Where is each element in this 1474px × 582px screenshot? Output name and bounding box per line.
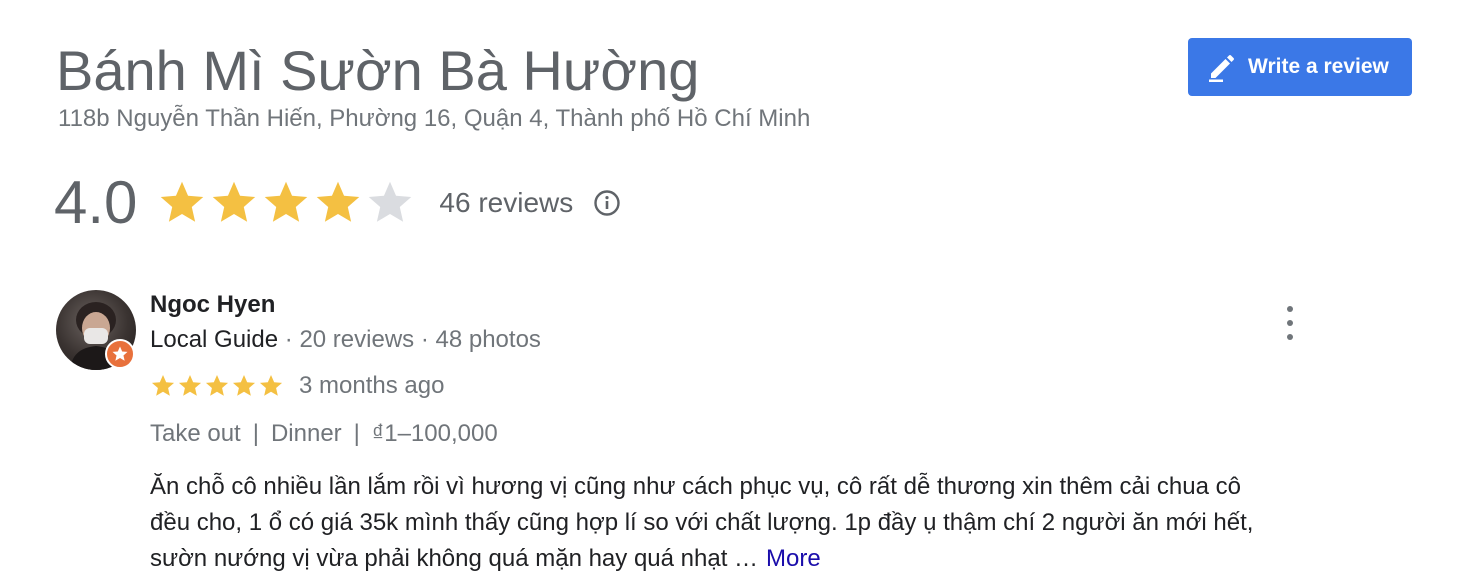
- star-filled-icon: [313, 178, 363, 228]
- review-text-line: sườn nướng vị vừa phải không quá mặn hay…: [150, 545, 759, 572]
- reviews-count-link[interactable]: 46 reviews: [439, 187, 573, 219]
- info-icon[interactable]: [593, 189, 621, 217]
- rating-value: 4.0: [54, 169, 138, 236]
- local-guide-label: Local Guide: [150, 326, 279, 353]
- star-empty-icon: [365, 178, 415, 228]
- review-text-line-last: sườn nướng vị vừa phải không quá mặn hay…: [150, 541, 1350, 577]
- tag-price: ₫1–100,000: [371, 420, 498, 447]
- review-text-line: đều cho, 1 ổ có giá 35k mình thấy cũng h…: [150, 509, 1254, 536]
- reviewer-avatar[interactable]: [56, 290, 136, 370]
- more-link[interactable]: More: [766, 545, 821, 572]
- reviewer-photos-count: 48 photos: [435, 326, 541, 353]
- write-review-label: Write a review: [1248, 55, 1389, 78]
- meta-separator: ·: [420, 326, 429, 353]
- reviewer-reviews-count: 20 reviews: [299, 326, 415, 353]
- place-title: Bánh Mì Sườn Bà Hường: [56, 39, 700, 102]
- rating-summary: 4.0 46 reviews: [54, 168, 621, 238]
- review-stars: [150, 373, 285, 399]
- tag-service: Take out: [150, 420, 241, 447]
- review-text: Ăn chỗ cô nhiều lần lắm rồi vì hương vị …: [150, 469, 1350, 577]
- star-filled-icon: [204, 373, 230, 399]
- review-text-line: Ăn chỗ cô nhiều lần lắm rồi vì hương vị …: [150, 473, 1241, 500]
- more-options-icon[interactable]: [1278, 306, 1302, 340]
- place-address: 118b Nguyễn Thần Hiến, Phường 16, Quận 4…: [58, 105, 811, 132]
- star-filled-icon: [209, 178, 259, 228]
- review-tags: Take out | Dinner | ₫1–100,000: [150, 420, 498, 448]
- star-filled-icon: [231, 373, 257, 399]
- star-filled-icon: [150, 373, 176, 399]
- tag-meal: Dinner: [270, 420, 342, 447]
- pencil-icon: [1206, 51, 1238, 83]
- rating-stars: [157, 178, 417, 228]
- menu-dot: [1287, 334, 1293, 340]
- star-filled-icon: [177, 373, 203, 399]
- star-filled-icon: [157, 178, 207, 228]
- tag-separator: |: [252, 420, 259, 447]
- reviewer-name[interactable]: Ngoc Hyen: [150, 291, 275, 319]
- review-time: 3 months ago: [299, 372, 445, 399]
- tag-separator: |: [353, 420, 360, 447]
- meta-separator: ·: [284, 326, 293, 353]
- reviewer-meta: Local Guide · 20 reviews · 48 photos: [150, 326, 541, 354]
- review-rating: 3 months ago: [150, 372, 444, 400]
- local-guide-badge-icon: [105, 339, 135, 369]
- menu-dot: [1287, 320, 1293, 326]
- menu-dot: [1287, 306, 1293, 312]
- star-filled-icon: [258, 373, 284, 399]
- write-review-button[interactable]: Write a review: [1188, 38, 1412, 96]
- star-filled-icon: [261, 178, 311, 228]
